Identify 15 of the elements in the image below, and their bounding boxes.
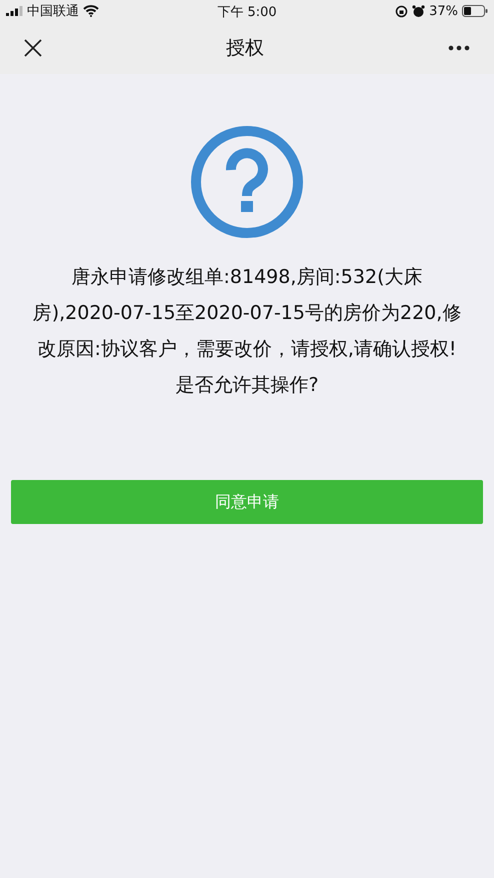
page-title: 授权 — [226, 36, 264, 61]
carrier-name: 中国联通 — [27, 3, 79, 20]
signal-icon — [6, 6, 23, 16]
battery-percent: 37% — [429, 4, 458, 18]
wifi-icon — [83, 5, 99, 17]
question-icon — [190, 125, 304, 239]
request-message: 唐永申请修改组单:81498,房间:532(大床房),2020-07-15至2020-07-15号的房价为220,修改原因:协议客户，需要改价，请授权,请确认授权! — [32, 265, 462, 362]
more-icon[interactable] — [448, 45, 470, 51]
rotation-lock-icon — [395, 4, 408, 18]
approve-button[interactable]: 同意申请 — [11, 480, 483, 524]
battery-icon — [462, 5, 488, 17]
status-time: 下午 5:00 — [217, 4, 277, 21]
alarm-icon — [412, 4, 426, 18]
close-icon[interactable] — [24, 39, 42, 57]
confirm-question: 是否允许其操作? — [175, 373, 319, 398]
